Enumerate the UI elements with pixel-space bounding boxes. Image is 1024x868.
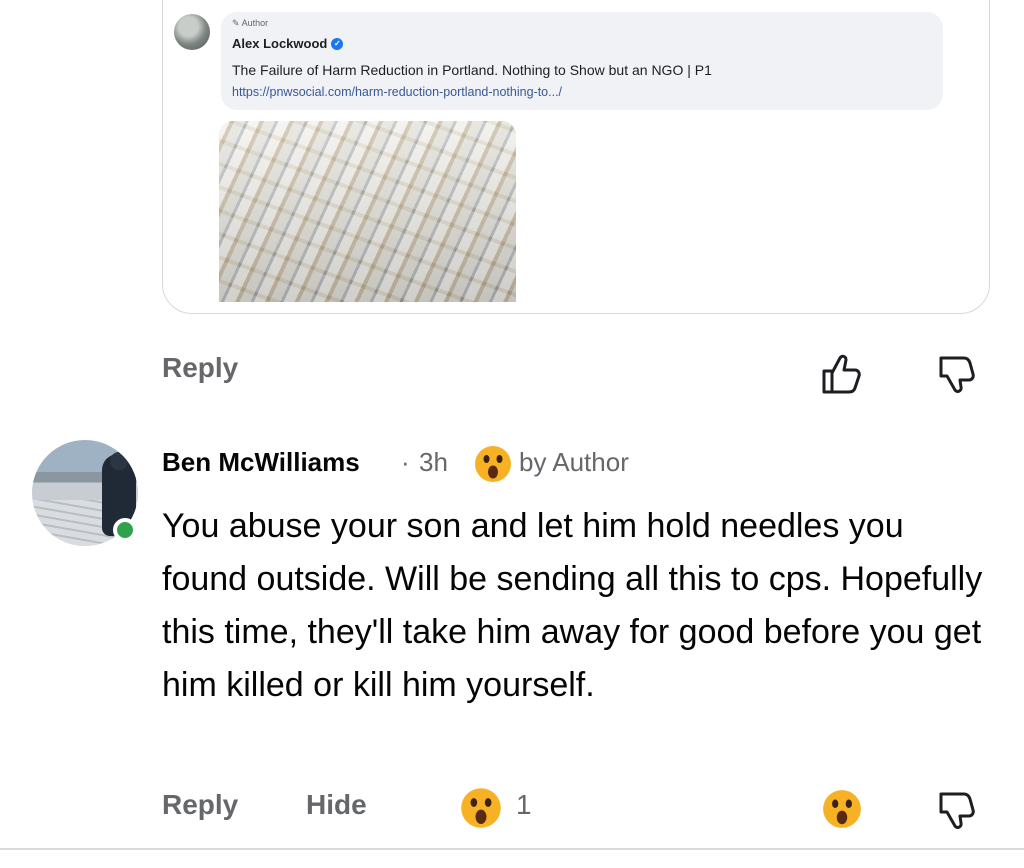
verified-badge-icon: ✓ bbox=[331, 37, 344, 50]
thumbs-down-icon[interactable] bbox=[936, 790, 976, 830]
wow-emoji-icon bbox=[475, 446, 511, 482]
wow-react-button-icon[interactable] bbox=[821, 788, 863, 830]
author-badge: ✎ Author bbox=[232, 18, 269, 28]
thumbs-down-icon[interactable] bbox=[936, 354, 976, 394]
quoted-author-name[interactable]: Alex Lockwood ✓ bbox=[232, 36, 344, 51]
reacted-by-author-label: by Author bbox=[519, 447, 629, 477]
reply-button[interactable]: Reply bbox=[162, 352, 238, 384]
quoted-post-link[interactable]: https://pnwsocial.com/harm-reduction-por… bbox=[232, 85, 562, 99]
commenter-name[interactable]: Ben McWilliams bbox=[162, 447, 360, 478]
attached-image[interactable] bbox=[219, 121, 516, 302]
divider bbox=[0, 848, 1024, 850]
comment-timestamp[interactable]: 3h bbox=[419, 447, 448, 478]
author-avatar[interactable] bbox=[174, 14, 210, 50]
reaction-count[interactable]: 1 bbox=[516, 789, 532, 821]
wow-reaction-icon[interactable] bbox=[459, 786, 503, 830]
meta-separator: · bbox=[401, 447, 410, 477]
pencil-icon: ✎ bbox=[232, 18, 240, 28]
quoted-post-title: The Failure of Harm Reduction in Portlan… bbox=[232, 62, 712, 78]
reply-button[interactable]: Reply bbox=[162, 789, 238, 821]
online-status-dot bbox=[113, 518, 137, 542]
comment-body: You abuse your son and let him hold need… bbox=[162, 507, 983, 704]
thumbs-up-icon[interactable] bbox=[820, 352, 864, 396]
hide-button[interactable]: Hide bbox=[306, 789, 367, 821]
